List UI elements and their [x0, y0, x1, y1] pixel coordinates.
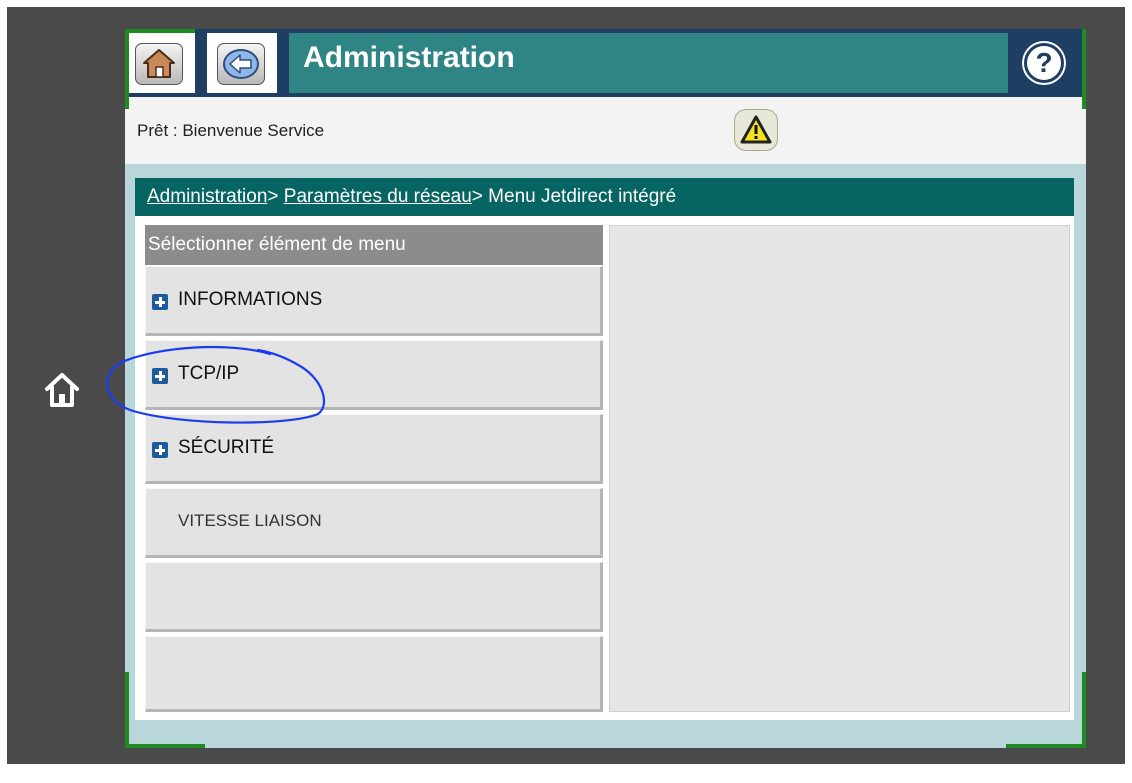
frame-corner: [1006, 744, 1086, 748]
menu-item-label: VITESSE LIAISON: [178, 511, 322, 530]
breadcrumb-current: Menu Jetdirect intégré: [488, 186, 677, 207]
expand-plus-icon: [152, 368, 168, 384]
frame-corner: [125, 672, 129, 748]
menu-heading: Sélectionner élément de menu: [145, 225, 603, 265]
frame-corner: [125, 744, 205, 748]
frame-corner: [125, 29, 129, 109]
status-bar: Prêt : Bienvenue Service: [125, 97, 1086, 164]
menu-item-tcp-ip[interactable]: TCP/IP: [145, 340, 603, 410]
menu-item-empty: [145, 636, 603, 712]
menu-item-label: TCP/IP: [178, 363, 240, 384]
frame-corner: [1082, 672, 1086, 748]
breadcrumb: Administration> Paramètres du réseau> Me…: [135, 178, 1074, 216]
expand-plus-icon: [152, 442, 168, 458]
status-text: Prêt : Bienvenue Service: [137, 121, 325, 140]
expand-plus-icon: [152, 294, 168, 310]
frame-corner: [125, 29, 195, 33]
breadcrumb-separator: >: [267, 186, 279, 207]
printer-screen: Administration ? Prêt : Bienvenue Servic…: [125, 29, 1086, 748]
help-label: ?: [1035, 47, 1053, 78]
menu-item-label: SÉCURITÉ: [178, 437, 275, 458]
menu-item-empty: [145, 562, 603, 632]
home-button[interactable]: [125, 33, 195, 93]
warning-button[interactable]: [734, 109, 778, 151]
menu-item-vitesse-liaison[interactable]: VITESSE LIAISON: [145, 488, 603, 558]
breadcrumb-link-network-settings[interactable]: Paramètres du réseau: [284, 186, 472, 207]
detail-pane: [609, 225, 1070, 712]
content-panel: Administration> Paramètres du réseau> Me…: [135, 178, 1074, 720]
home-outline-icon[interactable]: [44, 370, 80, 410]
menu-item-label: INFORMATIONS: [178, 289, 323, 310]
back-arrow-icon: [223, 49, 259, 79]
top-bar: Administration ?: [125, 29, 1086, 97]
home-icon: [143, 49, 175, 78]
warning-icon: [740, 115, 772, 144]
frame-corner: [1082, 29, 1086, 109]
page-title: Administration: [303, 41, 515, 74]
help-icon: ?: [1024, 43, 1064, 83]
menu-item-informations[interactable]: INFORMATIONS: [145, 266, 603, 336]
back-button[interactable]: [207, 33, 277, 93]
menu-item-securite[interactable]: SÉCURITÉ: [145, 414, 603, 484]
breadcrumb-separator: >: [471, 186, 483, 207]
title-bar: Administration: [289, 33, 1008, 93]
help-button[interactable]: ?: [1015, 33, 1086, 93]
breadcrumb-link-administration[interactable]: Administration: [147, 186, 267, 207]
